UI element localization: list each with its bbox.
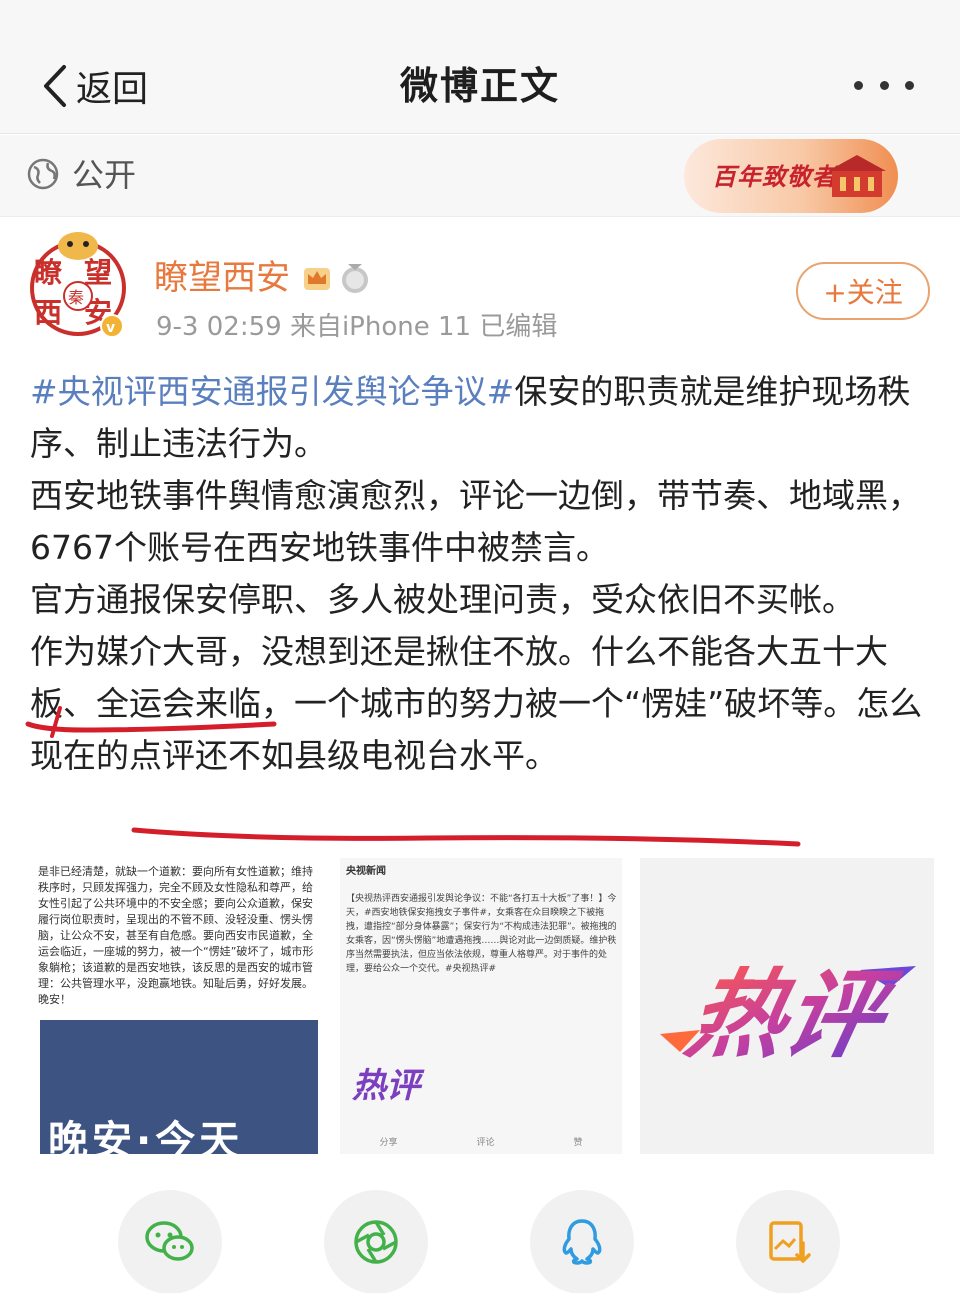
svg-text:西: 西 [34,296,62,329]
image-1-text: 是非已经清楚，就缺一个道歉：要向所有女性道歉；维持秩序时，只顾发挥强力，完全不顾… [38,865,314,1006]
paragraph-1: #央视评西安通报引发舆论争议#保安的职责就是维护现场秩序、制止违法行为。 [30,366,930,470]
image-2-logo: 热评 [352,1066,420,1106]
building-icon [828,155,886,197]
paragraph-2: 西安地铁事件舆情愈演愈烈，评论一边倒，带节奏、地域黑，6767个账号在西安地铁事… [30,476,921,567]
highlight-text-1: 作为媒介大哥 [30,632,228,671]
qq-icon [562,1219,602,1265]
red-underline-2 [131,827,801,847]
image-3-logo: 热评 [660,959,916,1071]
image-2-text: 【央视热评西安通报引发舆论争议：不能“各打五十大板”了事！】今天，#西安地铁保安… [346,894,617,974]
visibility-row: 公开 百年致敬者 [0,135,960,217]
image-2-source: 央视新闻 [346,866,386,877]
image-2-share-label: 分享 [379,1138,398,1148]
more-dot-icon [879,80,889,90]
svg-text:望: 望 [84,256,112,289]
post-meta: 9-3 02:59 来自iPhone 11 已编辑 [156,310,557,344]
hashtag-link[interactable]: #央视评西安通报引发舆论争议# [30,372,514,411]
paragraph-3: 官方通报保安停职、多人被处理问责，受众依旧不买帐。 [30,580,855,619]
post-timestamp: 9-3 02:59 [156,312,282,342]
page-title: 微博正文 [399,64,560,108]
image-2-comment-label: 评论 [476,1138,495,1148]
crown-badge-icon [304,268,330,290]
image-2-actions: 分享 评论 赞 [340,1135,622,1148]
paragraph-4-end: 。 [525,736,558,775]
medal-badge-icon [342,264,368,293]
red-underline-1 [25,706,277,738]
wechat-icon [145,1221,194,1261]
post-source: 来自iPhone 11 [289,312,472,342]
more-options-button[interactable] [854,70,914,100]
post-image-3[interactable]: 热评 [640,858,934,1154]
svg-text:v: v [106,320,115,336]
svg-text:瞭: 瞭 [34,256,63,289]
save-image-button[interactable] [736,1190,840,1293]
share-moments-button[interactable] [324,1190,428,1293]
author-name[interactable]: 瞭望西安 [154,256,290,300]
svg-text:秦: 秦 [68,288,84,307]
share-wechat-button[interactable] [118,1190,222,1293]
globe-icon [27,158,59,190]
image-1-banner-text: 晚安·今天 [48,1118,244,1154]
post-image-2[interactable]: 央视新闻 【央视热评西安通报引发舆论争议：不能“各打五十大板”了事！】今天，#西… [340,858,622,1154]
more-dot-icon [854,80,863,90]
image-3-logo-text: 热评 [678,959,907,1071]
save-image-icon [769,1221,811,1263]
more-dot-icon [905,80,914,90]
moments-icon [354,1220,398,1264]
follow-button[interactable]: +关注 [796,262,930,320]
share-qq-button[interactable] [530,1190,634,1293]
top-navigation-bar: 返回 微博正文 [0,0,960,134]
visibility-label: 公开 [72,156,137,194]
image-1-banner: 晚安·今天 [40,1020,318,1154]
image-2-like-label: 赞 [573,1138,583,1148]
promo-banner[interactable]: 百年致敬者 [684,139,898,213]
post-edited-label: 已编辑 [479,312,558,342]
banner-text: 百年致敬者 [712,163,837,191]
post-image-1[interactable]: 是非已经清楚，就缺一个道歉：要向所有女性道歉；维持秩序时，只顾发挥强力，完全不顾… [36,858,318,1154]
avatar[interactable]: 瞭 望 西 安 秦 v [28,232,128,340]
